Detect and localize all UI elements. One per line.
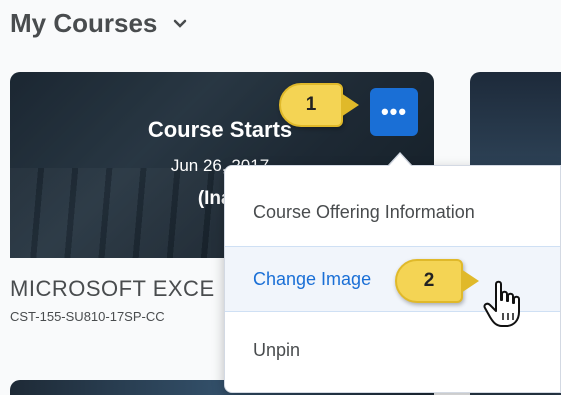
chevron-down-icon[interactable] bbox=[173, 17, 187, 31]
menu-item-unpin[interactable]: Unpin bbox=[225, 320, 560, 380]
more-options-button[interactable]: ••• bbox=[370, 88, 418, 136]
course-code: CST-155-SU810-17SP-CC bbox=[10, 309, 165, 324]
page-title-text: My Courses bbox=[10, 8, 158, 38]
callout-step-2: 2 bbox=[395, 259, 479, 303]
page-title: My Courses bbox=[10, 8, 187, 39]
more-options-icon: ••• bbox=[380, 99, 408, 124]
course-name[interactable]: MICROSOFT EXCE bbox=[10, 276, 224, 302]
hand-pointer-icon bbox=[483, 280, 520, 327]
menu-item-course-offering-information[interactable]: Course Offering Information bbox=[225, 186, 560, 238]
course-options-menu: Course Offering Information Change Image… bbox=[224, 165, 561, 393]
callout-step-1: 1 bbox=[279, 83, 359, 127]
